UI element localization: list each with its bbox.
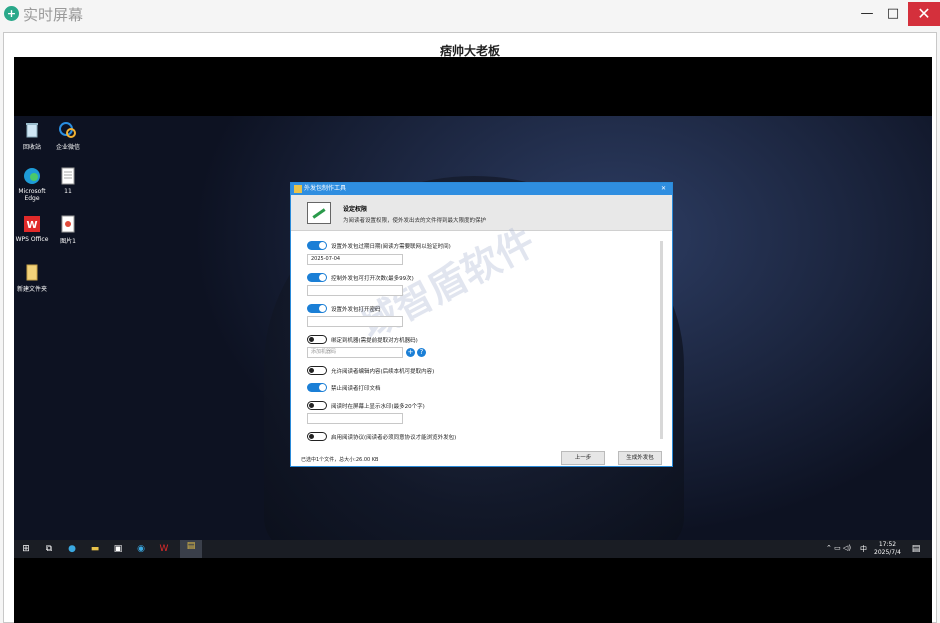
machine-code-field[interactable]: 添加机器码 [307,347,403,358]
input-method-indicator[interactable]: 中 [860,544,867,554]
add-machine-code-icon[interactable]: + [406,348,415,357]
generate-package-button[interactable]: 生成外发包 [618,451,662,465]
back-button[interactable]: 上一步 [561,451,605,465]
desktop-icon-label: WPS Office [15,236,49,243]
toggle-open-password[interactable] [307,304,327,313]
toggle-disable-print[interactable] [307,383,327,392]
dialog-close-button[interactable]: ✕ [661,183,666,195]
dialog-title: 外发包制作工具 [304,185,347,192]
maximize-button[interactable]: □ [878,2,908,26]
start-icon[interactable]: ⊞ [20,543,32,555]
desktop-icon-label: 图片1 [60,238,76,245]
wecom-icon [58,120,78,140]
open-password-field[interactable] [307,316,403,327]
recycle-bin-icon [22,120,42,140]
desktop-icon-label: 新建文件夹 [16,286,47,293]
desktop-icon-label: Microsoft Edge [18,188,46,202]
desktop-icon-label: 11 [64,188,72,195]
remote-taskbar: ⊞ ⧉ ● ▬ ▣ ◉ W ▤ ⌃ ▭ ◁) 中 17:52 2025/7/4 … [14,540,932,558]
task-view-icon[interactable]: ⧉ [43,543,55,555]
option-label-password: 设置外发包打开密码 [331,307,381,313]
dialog-header: 设定权限 为阅读者设置权限，使外发出去的文件得到最大限度的保护 [291,195,672,231]
header-subtitle: 为阅读者设置权限，使外发出去的文件得到最大限度的保护 [343,218,487,224]
open-count-field[interactable] [307,285,403,296]
desktop-icon-wecom[interactable]: 企业微信 [48,120,88,151]
file-icon [58,166,78,186]
option-label-disable-print: 禁止阅读者打印文档 [331,386,381,392]
desktop-icon-image1[interactable]: 图片1 [48,214,88,245]
permission-settings-icon [307,202,331,224]
package-tool-taskbar-icon[interactable]: ▤ [180,540,202,558]
toggle-bind-machine[interactable] [307,335,327,344]
desktop-icon-file-11[interactable]: 11 [48,166,88,195]
toggle-reading-agreement[interactable] [307,432,327,441]
folder-icon [22,262,42,282]
notification-icon[interactable]: ▤ [910,543,922,555]
app-folder-icon [294,185,302,193]
watermark-text-field[interactable] [307,413,403,424]
tray-icons[interactable]: ⌃ ▭ ◁) [826,544,851,552]
package-tool-dialog: 外发包制作工具 ✕ 设定权限 为阅读者设置权限，使外发出去的文件得到最大限度的保… [290,182,673,467]
window-title: 实时屏幕 [23,6,84,24]
option-label-open-count: 控制外发包可打开次数(最多99次) [331,276,414,282]
clock-date: 2025/7/4 [874,549,901,556]
help-icon[interactable]: ? [417,348,426,357]
wps-taskbar-icon[interactable]: W [158,543,170,555]
svg-text:W: W [26,220,37,231]
option-label-bind-machine: 绑定到机器(需提前提取对方机器码) [331,338,418,344]
desktop-icon-wps[interactable]: W WPS Office [14,214,52,243]
taskbar-clock[interactable]: 17:52 2025/7/4 [874,541,901,557]
window-titlebar: + 实时屏幕 — □ ✕ [0,0,940,28]
image-file-icon [58,214,78,234]
desktop-icon-new-folder[interactable]: 新建文件夹 [14,262,52,293]
wecom-taskbar-icon[interactable]: ◉ [135,543,147,555]
option-label-allow-edit: 允许阅读者编辑内容(后续本机可提取内容) [331,369,435,375]
toggle-screen-watermark[interactable] [307,401,327,410]
desktop-icon-edge[interactable]: Microsoft Edge [14,166,52,202]
header-title: 设定权限 [343,206,368,213]
toggle-allow-edit[interactable] [307,366,327,375]
file-explorer-icon[interactable]: ▬ [89,543,101,555]
selection-status: 已选中1个文件，总大小:26.00 KB [301,457,379,463]
remote-screen-window: + 实时屏幕 — □ ✕ 痞帅大老板 回收站 企业微信 Microsoft Ed… [0,0,940,623]
option-label-watermark: 阅读时在屏幕上显示水印(最多20个字) [331,404,425,410]
desktop-icon-label: 回收站 [22,144,41,151]
store-icon[interactable]: ▣ [112,543,124,555]
wps-icon: W [22,214,42,234]
clock-time: 17:52 [878,541,897,548]
close-button[interactable]: ✕ [908,2,940,26]
dialog-titlebar: 外发包制作工具 ✕ [291,183,672,195]
plus-circle-icon: + [4,6,19,21]
toggle-expiry-date[interactable] [307,241,327,250]
option-label-agreement: 启用阅读协议(阅读者必须同意协议才能浏览外发包) [331,435,457,441]
edge-icon [22,166,42,186]
desktop-icon-recycle-bin[interactable]: 回收站 [14,120,52,151]
toggle-open-count[interactable] [307,273,327,282]
expiry-date-field[interactable]: 2025-07-04 [307,254,403,265]
options-scrollbar[interactable] [660,241,663,439]
edge-taskbar-icon[interactable]: ● [66,543,78,555]
option-label-expiry: 设置外发包过期日期(阅读方需要联网以验证时间) [331,244,451,250]
desktop-icon-label: 企业微信 [55,144,80,151]
